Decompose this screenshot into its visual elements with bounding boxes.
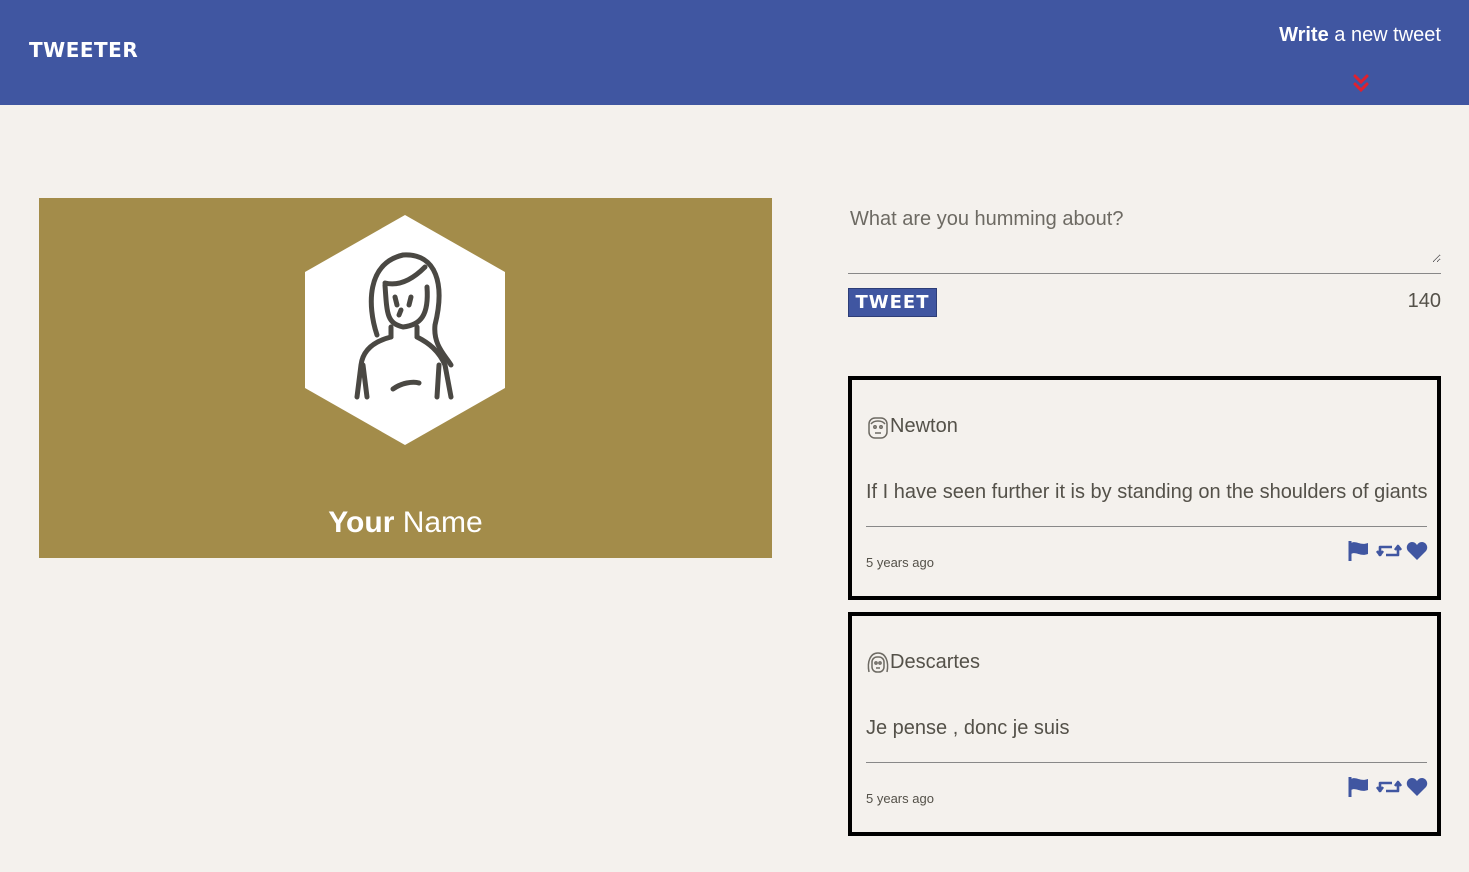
top-nav: TWEETER Write a new tweet [0,0,1469,105]
tweet-actions [1348,540,1430,562]
flag-icon[interactable] [1348,540,1370,562]
tweet-timestamp: 5 years ago [866,555,934,570]
tweet-body: Je pense , donc je suis [866,717,1070,739]
user-avatar-icon [868,417,888,439]
tweet-body: If I have seen further it is by standing… [866,481,1428,503]
tweet-divider [866,762,1427,763]
tweet-timestamp: 5 years ago [866,791,934,806]
retweet-icon[interactable] [1375,776,1403,798]
tweet-card: Newton If I have seen further it is by s… [848,376,1441,600]
double-chevron-down-icon[interactable] [1350,74,1372,94]
heart-icon[interactable] [1406,540,1428,562]
flag-icon[interactable] [1348,776,1370,798]
retweet-icon[interactable] [1375,540,1403,562]
write-tweet-toggle[interactable]: Write a new tweet [1221,24,1441,47]
profile-name-rest: Name [394,506,483,539]
tweet-button[interactable]: TWEET [848,288,937,317]
write-tweet-rest: a new tweet [1328,24,1441,46]
tweet-actions [1348,776,1430,798]
heart-icon[interactable] [1406,776,1428,798]
tweet-divider [866,526,1427,527]
tweet-author[interactable]: Descartes [890,651,980,674]
char-counter: 140 [1407,290,1441,312]
tweet-card: Descartes Je pense , donc je suis 5 year… [848,612,1441,836]
profile-name: Your Name [39,506,772,540]
user-avatar-icon [867,652,889,673]
write-tweet-bold: Write [1279,24,1329,46]
profile-name-bold: Your [328,506,395,539]
compose-divider [848,273,1441,274]
tweet-author[interactable]: Newton [890,415,958,438]
woman-avatar-icon [305,215,505,445]
tweet-input[interactable] [848,205,1441,263]
brand-logo[interactable]: TWEETER [29,38,138,62]
